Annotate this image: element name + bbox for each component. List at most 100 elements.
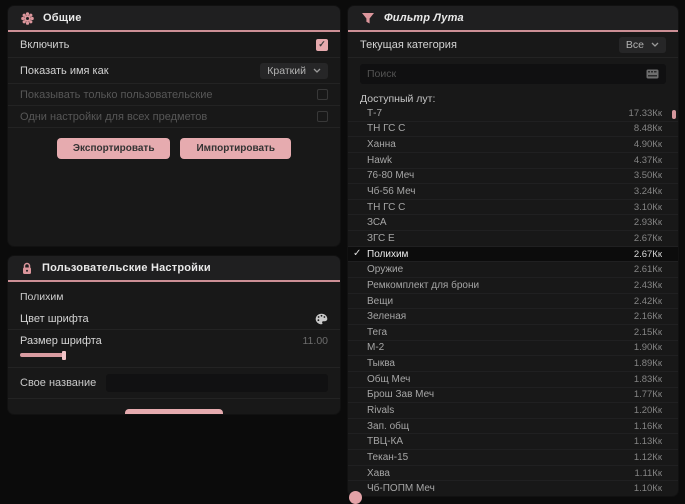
loot-row[interactable]: ✓ Rivals 1.20Кк (348, 403, 678, 419)
loot-row[interactable]: ✓ Ханна 4.90Кк (348, 137, 678, 153)
slider-handle[interactable] (62, 351, 66, 360)
loot-row[interactable]: ✓ ТВЦ-КА 1.13Кк (348, 434, 678, 451)
loot-row[interactable]: ✓ М-2 1.90Кк (348, 341, 678, 357)
loot-item-value: 2.43Кк (633, 279, 662, 291)
loot-item-value: 2.93Кк (633, 217, 662, 229)
loot-filter-title: Фильтр Лута (384, 12, 464, 24)
funnel-icon (361, 12, 375, 25)
loot-item-name: ТВЦ-КА (367, 436, 404, 448)
general-panel-header: Общие (8, 6, 340, 32)
loot-item-name: Вещи (367, 295, 394, 307)
loot-row[interactable]: ✓ Оружие 2.61Кк (348, 262, 678, 279)
custom-settings-panel: Пользовательские Настройки Полихим Цвет … (8, 256, 340, 414)
loot-item-name: Зап. общ (367, 420, 410, 432)
loot-row[interactable]: ✓ Брош Зав Меч 1.77Кк (348, 388, 678, 404)
loot-item-value: 1.90Кк (633, 342, 662, 354)
loot-filter-panel: Фильтр Лута Текущая категория Все Доступ… (348, 6, 678, 496)
palette-icon[interactable] (315, 313, 328, 325)
show-name-row: Показать имя как Краткий (8, 58, 340, 84)
custom-name-label: Свое название (20, 377, 97, 389)
show-name-dropdown[interactable]: Краткий (260, 62, 328, 79)
only-custom-checkbox[interactable] (317, 89, 328, 100)
loot-row[interactable]: ✓ Тыква 1.89Кк (348, 356, 678, 372)
loot-row[interactable]: ✓ Hawk 4.37Кк (348, 153, 678, 169)
loot-item-value: 2.67Кк (633, 248, 662, 260)
only-custom-label: Показывать только пользовательские (20, 88, 213, 101)
custom-name-row: Свое название (8, 368, 340, 399)
font-size-slider[interactable] (20, 351, 328, 360)
loot-item-name: Полихим (367, 248, 409, 260)
loot-row[interactable]: ✓ 76-80 Меч 3.50Кк (348, 169, 678, 185)
loot-item-value: 1.13Кк (633, 436, 662, 448)
loot-row[interactable]: ✓ Т-7 17.33Кк (348, 106, 678, 122)
loot-list[interactable]: ✓ Т-7 17.33Кк ✓ ТН ГС С 8.48Кк ✓ Ханна 4… (348, 106, 678, 496)
loot-item-value: 4.90Кк (633, 139, 662, 151)
loot-row[interactable]: ✓ Зеленая 2.16Кк (348, 309, 678, 325)
loot-row[interactable]: ✓ Текан-15 1.12Кк (348, 450, 678, 466)
font-color-label: Цвет шрифта (20, 312, 89, 325)
custom-settings-header: Пользовательские Настройки (8, 256, 340, 282)
chevron-down-icon (651, 42, 659, 47)
loot-item-value: 3.24Кк (633, 186, 662, 198)
loot-item-name: Брош Зав Меч (367, 389, 435, 401)
loot-item-name: Hawk (367, 154, 393, 166)
category-label: Текущая категория (360, 38, 457, 51)
lock-icon (21, 262, 33, 275)
loot-row[interactable]: ✓ Тега 2.15Кк (348, 325, 678, 341)
general-panel-title: Общие (43, 12, 82, 24)
loot-item-name: ЗСА (367, 217, 387, 229)
custom-name-input[interactable] (106, 374, 328, 392)
available-loot-label: Доступный лут: (360, 93, 436, 105)
font-color-row: Цвет шрифта (8, 308, 340, 330)
loot-item-value: 2.16Кк (633, 311, 662, 323)
same-settings-checkbox[interactable] (317, 111, 328, 122)
loot-row[interactable]: ✓ Полихим 2.67Кк (348, 246, 678, 263)
loot-filter-header: Фильтр Лута (348, 6, 678, 32)
loot-row[interactable]: ✓ ТН ГС С 3.10Кк (348, 200, 678, 216)
category-dropdown[interactable]: Все (618, 36, 666, 53)
loot-item-value: 1.12Кк (633, 451, 662, 463)
loot-row[interactable]: ✓ Хава 1.11Кк (348, 466, 678, 482)
enable-checkbox[interactable]: ✓ (316, 38, 328, 51)
export-import-row: Экспортировать Импортировать (8, 128, 340, 167)
pink-dot-decoration (349, 491, 362, 504)
loot-item-name: ТН ГС С (367, 201, 406, 213)
loot-item-value: 1.77Кк (633, 389, 662, 401)
loot-item-value: 1.20Кк (633, 404, 662, 416)
loot-row[interactable]: ✓ Чб-ПОПМ Меч 1.10Кк (348, 481, 678, 496)
loot-row[interactable]: ✓ Общ Меч 1.83Кк (348, 372, 678, 388)
loot-row[interactable]: ✓ Чб-56 Меч 3.24Кк (348, 184, 678, 200)
chevron-down-icon (313, 68, 321, 73)
keyboard-icon[interactable] (646, 69, 659, 79)
loot-item-name: Чб-56 Меч (367, 186, 416, 198)
loot-item-name: М-2 (367, 342, 385, 354)
category-dropdown-value: Все (625, 38, 644, 51)
delete-button[interactable]: Удалить (125, 409, 223, 414)
loot-item-value: 1.11Кк (634, 467, 662, 479)
loot-row[interactable]: ✓ Зап. общ 1.16Кк (348, 419, 678, 435)
loot-item-name: Ханна (367, 139, 396, 151)
loot-row[interactable]: ✓ ЗГС Е 2.67Кк (348, 231, 678, 247)
export-button[interactable]: Экспортировать (56, 138, 171, 159)
loot-item-value: 1.16Кк (633, 420, 662, 432)
slider-fill (20, 353, 64, 357)
loot-row[interactable]: ✓ ЗСА 2.93Кк (348, 215, 678, 232)
show-name-dropdown-value: Краткий (267, 64, 306, 77)
loot-item-value: 3.10Кк (633, 201, 662, 213)
loot-item-value: 2.61Кк (633, 264, 662, 276)
gear-icon (21, 11, 34, 25)
loot-row[interactable]: ✓ ТН ГС С 8.48Кк (348, 122, 678, 138)
loot-item-value: 1.83Кк (633, 373, 662, 385)
loot-item-name: Т-7 (367, 107, 382, 119)
scrollbar-thumb[interactable] (672, 110, 676, 119)
loot-row[interactable]: ✓ Ремкомплект для брони 2.43Кк (348, 278, 678, 294)
general-panel: Общие Включить ✓ Показать имя как Кратки… (8, 6, 340, 246)
search-input[interactable] (367, 64, 646, 84)
loot-item-name: Rivals (367, 404, 395, 416)
selected-item-name: Полихим (20, 291, 64, 303)
loot-item-name: Тыква (367, 358, 395, 370)
import-button[interactable]: Импортировать (180, 138, 292, 159)
custom-settings-title: Пользовательские Настройки (42, 262, 211, 274)
loot-row[interactable]: ✓ Вещи 2.42Кк (348, 294, 678, 310)
loot-item-name: Текан-15 (367, 451, 409, 463)
